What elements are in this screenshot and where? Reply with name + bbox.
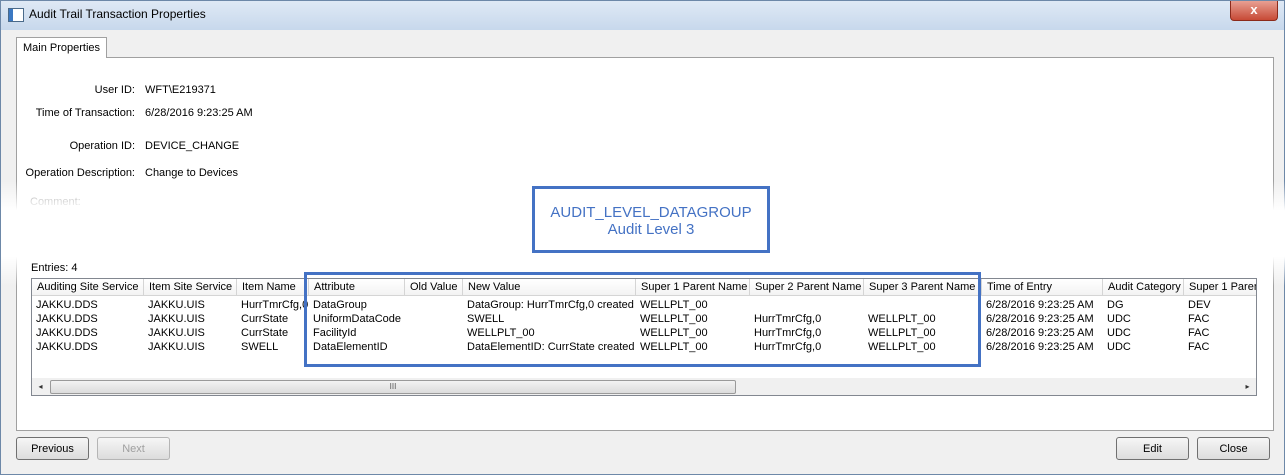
time-of-transaction-value: 6/28/2016 9:23:25 AM xyxy=(145,107,253,119)
next-button[interactable]: Next xyxy=(97,437,170,460)
column-header[interactable]: Old Value xyxy=(405,279,463,296)
table-row[interactable]: JAKKU.DDS JAKKU.UIS CurrState UniformDataCo… xyxy=(32,313,1256,327)
audit-trail-window: Audit Trail Transaction Properties x Mai… xyxy=(0,0,1285,475)
scroll-thumb[interactable]: III xyxy=(50,380,736,394)
table-cell: WELLPLT_00 xyxy=(640,299,708,311)
table-cell: HurrTmrCfg,0 xyxy=(754,341,822,353)
tab-main-properties[interactable]: Main Properties xyxy=(16,37,108,58)
table-cell: 6/28/2016 9:23:25 AM xyxy=(986,299,1094,311)
table-cell: 6/28/2016 9:23:25 AM xyxy=(986,313,1094,325)
column-header[interactable]: Attribute xyxy=(309,279,405,296)
table-cell: DataGroup xyxy=(313,299,367,311)
operation-description-value: Change to Devices xyxy=(145,167,238,179)
scroll-right-icon[interactable]: ▸ xyxy=(1239,378,1256,395)
audit-level-callout: AUDIT_LEVEL_DATAGROUP Audit Level 3 xyxy=(532,186,770,253)
table-cell: WELLPLT_00 xyxy=(868,313,936,325)
table-cell: JAKKU.DDS xyxy=(36,341,98,353)
audit-level-name: AUDIT_LEVEL_DATAGROUP xyxy=(550,204,752,221)
app-window-icon xyxy=(8,8,24,22)
time-of-transaction-label: Time of Transaction: xyxy=(35,107,135,119)
table-cell: JAKKU.UIS xyxy=(148,327,205,339)
operation-description-label: Operation Description: xyxy=(25,167,135,179)
table-cell: UniformDataCode xyxy=(313,313,402,325)
column-header[interactable]: Super 2 Parent Name xyxy=(750,279,864,296)
comment-label: Comment: xyxy=(30,196,81,208)
table-cell: CurrState xyxy=(241,313,289,325)
column-header[interactable]: Item Name xyxy=(237,279,309,296)
column-header[interactable]: Item Site Service xyxy=(144,279,237,296)
table-cell: CurrState xyxy=(241,327,289,339)
audit-entries-list[interactable]: JAKKU.DDS JAKKU.UIS SWELL DataElementID Data… xyxy=(31,278,1257,396)
edit-button[interactable]: Edit xyxy=(1116,437,1189,460)
table-cell: WELLPLT_00 xyxy=(467,327,535,339)
resize-grip-icon[interactable] xyxy=(1271,461,1281,471)
table-cell: FAC xyxy=(1188,341,1210,353)
table-cell: DataElementID xyxy=(313,341,388,353)
table-cell: HurrTmrCfg,0 xyxy=(754,313,822,325)
table-cell: FAC xyxy=(1188,327,1210,339)
previous-button[interactable]: Previous xyxy=(16,437,89,460)
column-header[interactable]: Auditing Site Service xyxy=(32,279,144,296)
table-cell: JAKKU.DDS xyxy=(36,327,98,339)
table-cell: FAC xyxy=(1188,313,1210,325)
operation-id-value: DEVICE_CHANGE xyxy=(145,140,240,152)
table-row[interactable]: JAKKU.DDS JAKKU.UIS CurrState FacilityId WEL… xyxy=(32,327,1256,341)
user-id-value: WFT\E219371 xyxy=(145,84,216,96)
table-cell: FacilityId xyxy=(313,327,357,339)
table-cell: 6/28/2016 9:23:25 AM xyxy=(986,341,1094,353)
table-cell: HurrTmrCfg,0 xyxy=(754,327,822,339)
table-cell: DataElementID: CurrState created xyxy=(467,341,635,353)
table-cell: JAKKU.UIS xyxy=(148,299,205,311)
table-cell: DataGroup: HurrTmrCfg,0 created xyxy=(467,299,634,311)
column-header[interactable]: Super 3 Parent Name xyxy=(864,279,982,296)
table-row[interactable]: JAKKU.DDS JAKKU.UIS SWELL DataElementID Data… xyxy=(32,341,1256,355)
window-title: Audit Trail Transaction Properties xyxy=(29,7,206,21)
table-cell: HurrTmrCfg,0 xyxy=(241,299,309,311)
table-cell: WELLPLT_00 xyxy=(640,313,708,325)
table-cell: UDC xyxy=(1107,341,1131,353)
close-button[interactable]: Close xyxy=(1197,437,1270,460)
scroll-left-icon[interactable]: ◂ xyxy=(32,378,49,395)
operation-id-label: Operation ID: xyxy=(69,140,135,152)
table-cell: WELLPLT_00 xyxy=(640,327,708,339)
table-cell: WELLPLT_00 xyxy=(868,341,936,353)
table-cell: DG xyxy=(1107,299,1124,311)
table-cell: JAKKU.DDS xyxy=(36,313,98,325)
table-row[interactable]: JAKKU.DDS JAKKU.UIS HurrTmrCfg,0 DataGroup D… xyxy=(32,299,1256,313)
column-header[interactable]: Audit Category xyxy=(1103,279,1184,296)
table-cell: SWELL xyxy=(467,313,505,325)
table-cell: JAKKU.DDS xyxy=(36,299,98,311)
table-cell: WELLPLT_00 xyxy=(640,341,708,353)
window-close-button[interactable]: x xyxy=(1230,1,1278,21)
table-cell: JAKKU.UIS xyxy=(148,313,205,325)
table-cell: DEV xyxy=(1188,299,1211,311)
column-header[interactable]: Super 1 Parent Name xyxy=(636,279,750,296)
table-cell: UDC xyxy=(1107,313,1131,325)
user-id-label: User ID: xyxy=(94,84,135,96)
table-cell: WELLPLT_00 xyxy=(868,327,936,339)
table-cell: UDC xyxy=(1107,327,1131,339)
entries-count: Entries: 4 xyxy=(31,262,78,274)
column-header[interactable]: Time of Entry xyxy=(982,279,1103,296)
audit-level-number: Audit Level 3 xyxy=(607,221,695,238)
column-header[interactable]: New Value xyxy=(463,279,636,296)
title-bar[interactable]: Audit Trail Transaction Properties x xyxy=(1,1,1284,30)
table-cell: SWELL xyxy=(241,341,279,353)
column-header[interactable]: Super 1 Parent xyxy=(1184,279,1256,296)
horizontal-scrollbar[interactable]: ◂ III ▸ xyxy=(32,378,1256,395)
table-cell: 6/28/2016 9:23:25 AM xyxy=(986,327,1094,339)
table-cell: JAKKU.UIS xyxy=(148,341,205,353)
